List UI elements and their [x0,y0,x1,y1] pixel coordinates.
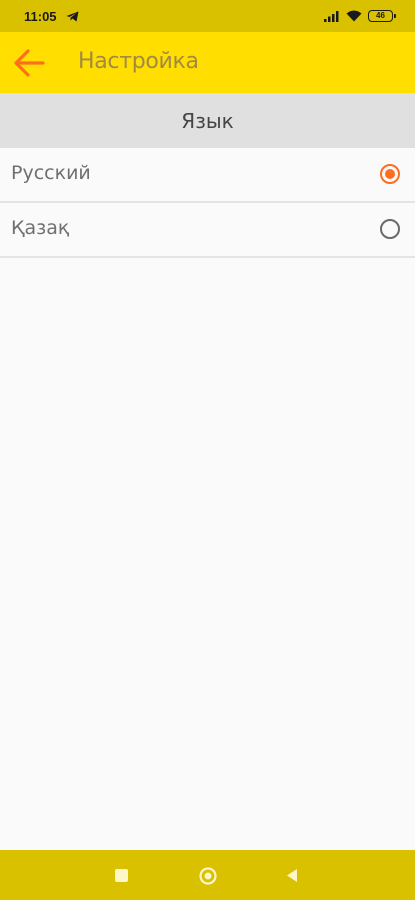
option-label: Русский [11,162,91,184]
radio-button-selected[interactable] [380,164,400,184]
language-section-header: Язык [0,93,415,148]
language-option-russian[interactable]: Русский [0,148,415,203]
recent-apps-icon[interactable] [115,869,128,882]
status-time: 11:05 [24,9,57,24]
status-icons: 46 [324,9,396,23]
language-option-kazakh[interactable]: Қазақ [0,203,415,258]
option-label: Қазақ [11,217,70,239]
telegram-icon [66,11,79,22]
back-icon[interactable] [285,868,299,883]
section-title: Язык [181,108,234,133]
signal-icon [324,11,339,22]
wifi-icon [346,10,362,22]
app-bar: Настройка [0,32,415,93]
radio-button-unselected[interactable] [380,219,400,239]
home-icon[interactable] [199,867,217,885]
battery-icon: 46 [368,10,396,22]
arrow-left-icon[interactable] [12,47,46,79]
battery-level: 46 [376,11,385,20]
page-title: Настройка [78,49,199,74]
status-bar: 11:05 46 [0,0,415,32]
system-nav-bar [0,850,415,900]
